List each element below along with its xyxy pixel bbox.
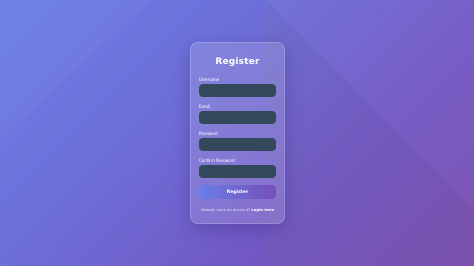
username-label: Username [199, 77, 220, 82]
email-input[interactable] [199, 111, 276, 124]
confirm-password-label: Confirm Password [199, 158, 235, 163]
register-card: Register Username Email Password Confirm… [190, 42, 285, 224]
confirm-password-input[interactable] [199, 165, 276, 178]
login-prompt: Already have an account? Login here [191, 207, 284, 212]
username-input[interactable] [199, 84, 276, 97]
register-button[interactable]: Register [199, 185, 276, 199]
email-label: Email [199, 104, 211, 109]
password-label: Password [199, 131, 218, 136]
password-input[interactable] [199, 138, 276, 151]
login-prompt-text: Already have an account? [200, 207, 251, 212]
login-link[interactable]: Login here [251, 207, 274, 212]
form-title: Register [215, 57, 260, 67]
